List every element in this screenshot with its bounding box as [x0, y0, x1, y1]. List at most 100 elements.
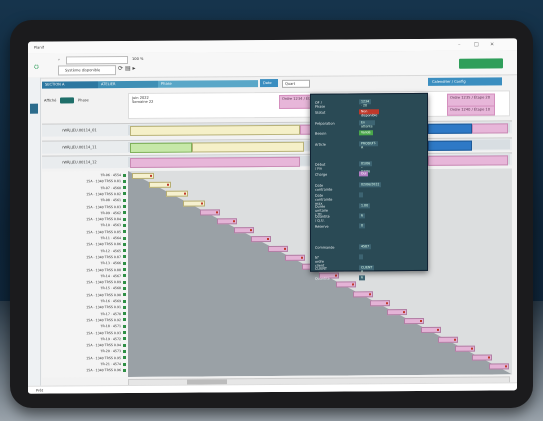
task-marker-icon [250, 229, 252, 232]
gantt-task-bar[interactable] [251, 236, 271, 243]
popup-field-value[interactable] [359, 192, 363, 198]
popup-field-value[interactable] [359, 254, 363, 260]
task-marker-icon [233, 220, 235, 223]
popup-field-label: OF / Phase [315, 100, 326, 109]
gantt-task-bar[interactable] [268, 245, 288, 252]
popup-field-label: Début / Fin [315, 162, 326, 171]
gantt-task-bar[interactable] [149, 181, 171, 189]
popup-field-value[interactable]: 01/06 – 03/06 [359, 161, 373, 173]
gantt-task-bar[interactable] [387, 309, 407, 316]
task-marker-icon [471, 347, 473, 350]
popup-field-value[interactable]: 0 [359, 223, 366, 229]
ruler-week: Semaine 22 [132, 99, 154, 104]
gantt-row-text: 15A · 1340 TRSS 0.94 [86, 343, 121, 348]
popup-field-value[interactable]: 6 [359, 213, 366, 219]
minimize-button[interactable]: – [458, 42, 461, 48]
popup-field-value[interactable]: CLIENT A [359, 264, 375, 273]
operation-block[interactable] [428, 123, 472, 134]
save-icon[interactable]: ▤ [125, 65, 131, 72]
status-dot-icon [123, 368, 126, 372]
gantt-task-bar[interactable] [455, 345, 475, 352]
maximize-button[interactable]: □ [474, 42, 479, 48]
gantt-task-bar[interactable] [234, 227, 254, 234]
availability-button[interactable]: Système disponible [58, 65, 116, 76]
gantt-row-text: 15A · 1340 TRSS 0.82 [86, 191, 121, 197]
workshop-tab[interactable]: ATELIER [98, 80, 158, 89]
date-button[interactable]: Date [260, 78, 278, 88]
gantt-task-bar[interactable] [404, 318, 424, 325]
phase-toggle[interactable] [60, 97, 74, 104]
resource-row[interactable]: rWRJ.JEU.00114_12 [42, 152, 512, 169]
popup-field-value[interactable]: 4587 [359, 244, 372, 250]
gantt-task-bar[interactable] [421, 327, 441, 334]
popup-field-value[interactable]: 02/06/2022 [359, 182, 382, 188]
popup-field-value[interactable]: Validé [359, 130, 373, 136]
operation-block[interactable] [130, 124, 300, 136]
gantt-row-text: 15A · 1340 TRSS 0.93 [86, 330, 121, 335]
phase-tab[interactable]: Phase [158, 80, 258, 88]
calendar-config-button[interactable]: Calendrier / Config [428, 77, 502, 86]
gantt-row-text: TR-12 · 4565 [100, 248, 121, 253]
popup-field-value[interactable]: Oui [359, 171, 369, 177]
popup-field-value[interactable]: Non disponible [359, 109, 380, 118]
status-bar: Prêt [28, 382, 517, 394]
refresh-icon[interactable]: ⟳ [118, 65, 123, 72]
popup-field-value[interactable]: 6 [359, 275, 366, 281]
period-select[interactable]: Quart [282, 79, 310, 88]
rail-marker[interactable] [30, 103, 38, 114]
gantt-row-text: TR-13 · 4566 [100, 261, 121, 266]
operation-block[interactable] [472, 123, 508, 134]
gantt-row-text: 15A · 1340 TRSS 0.95 [86, 355, 121, 360]
gantt-task-bar[interactable] [285, 254, 305, 261]
task-marker-icon [216, 211, 218, 214]
gantt-row-text: 15A · 1340 TRSS 0.96 [86, 368, 121, 373]
zoom-level[interactable]: 100 % [132, 57, 143, 61]
gantt-task-bar[interactable] [217, 218, 237, 225]
arrow-right-icon[interactable]: ▸ [133, 65, 136, 72]
section-tab[interactable]: SECTION A [42, 81, 98, 89]
gantt-row-text: TR-16 · 4569 [100, 299, 121, 304]
status-dot-icon [123, 299, 126, 303]
popup-field-value[interactable]: PRODUIT-A [359, 140, 379, 149]
gantt-task-bar[interactable] [353, 290, 373, 298]
window-title: Planif [34, 45, 44, 50]
gantt-row-labels: TR-06 · 4554 15A · 1340 TRSS 0.81 TR-07 · … [42, 173, 128, 373]
operation-block[interactable] [428, 155, 508, 166]
confirm-button[interactable] [459, 58, 503, 69]
resource-row[interactable]: rWRJ.JEU.00114_11 [42, 137, 512, 154]
gantt-row-label[interactable]: 15A · 1340 TRSS 0.96 [42, 368, 126, 375]
popup-field-value[interactable]: 1.00 [359, 202, 371, 208]
gantt-task-bar[interactable] [336, 281, 356, 288]
gantt-row-text: 15A · 1340 TRSS 0.90 [86, 292, 121, 297]
resource-row[interactable]: rWRJ.JEU.00114_01 [42, 120, 512, 137]
operation-detail-popup: OF / Phase 1234 · 20 Statut Non disponible P… [310, 92, 428, 281]
search-input[interactable] [66, 56, 128, 65]
popup-field-value[interactable]: 1234 · 20 [359, 99, 372, 107]
popup-field-label: Date contrainte [315, 183, 333, 192]
operation-block[interactable] [428, 140, 472, 151]
status-dot-icon [123, 230, 126, 234]
gantt-row-text: TR-08 · 4561 [100, 198, 121, 203]
gantt-task-bar[interactable] [370, 299, 390, 307]
operation-block[interactable] [192, 141, 304, 153]
gantt-row-text: TR-07 · 4560 [100, 185, 121, 190]
toolbar-icons: ⟳ ▤ ▸ [118, 65, 136, 72]
order-box[interactable]: Ordre 1240 / Étape 10 [447, 105, 495, 116]
workshop-tab-label: ATELIER [101, 82, 116, 87]
operation-block[interactable] [130, 142, 192, 153]
gantt-task-bar[interactable] [472, 354, 492, 361]
filter-icon[interactable]: ⛭ [34, 64, 39, 71]
gantt-task-bar[interactable] [200, 209, 220, 216]
gantt-task-bar[interactable] [438, 336, 458, 343]
status-dot-icon [123, 286, 126, 290]
gantt-task-bar[interactable] [166, 190, 188, 198]
gantt-row-text: TR-17 · 4570 [100, 311, 121, 316]
popup-field-label: Article [315, 142, 326, 147]
popup-field-value[interactable]: En attente [359, 120, 375, 128]
operation-block[interactable] [130, 156, 300, 168]
gantt-task-bar[interactable] [489, 363, 509, 370]
gantt-task-bar[interactable] [183, 200, 205, 207]
close-button[interactable]: × [490, 41, 494, 47]
gantt-task-bar[interactable] [132, 172, 154, 179]
left-rail [28, 77, 41, 394]
